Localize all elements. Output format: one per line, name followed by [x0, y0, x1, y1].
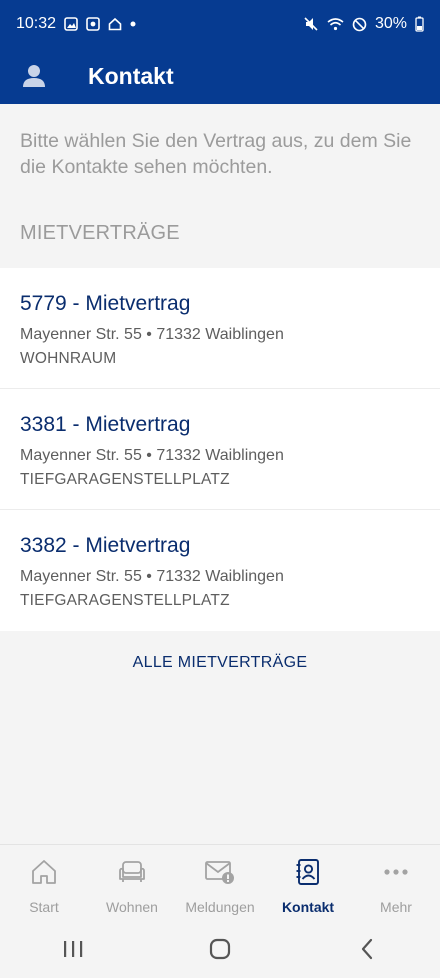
page-title: Kontakt — [88, 62, 174, 89]
app-notification-icon — [86, 17, 100, 31]
status-bar-left: 10:32 — [16, 15, 136, 33]
mail-alert-icon — [204, 857, 236, 887]
contract-list: 5779 - Mietvertrag Mayenner Str. 55 • 71… — [0, 268, 440, 631]
contract-address: Mayenner Str. 55 • 71332 Waiblingen — [20, 447, 284, 464]
contract-item[interactable]: 3381 - Mietvertrag Mayenner Str. 55 • 71… — [0, 389, 440, 510]
home-circle-icon — [209, 938, 231, 965]
more-dots-icon — [383, 857, 409, 887]
contract-title: 3382 - Mietvertrag — [20, 534, 191, 557]
back-button[interactable] — [337, 931, 397, 971]
contract-type: TIEFGARAGENSTELLPLATZ — [20, 471, 230, 488]
status-time: 10:32 — [16, 15, 57, 32]
contract-item[interactable]: 5779 - Mietvertrag Mayenner Str. 55 • 71… — [0, 268, 440, 389]
contract-title: 5779 - Mietvertrag — [20, 292, 191, 315]
contract-title: 3381 - Mietvertrag — [20, 413, 191, 436]
nav-label: Meldungen — [185, 899, 255, 915]
gallery-notification-icon — [64, 17, 78, 31]
nav-item-meldungen[interactable]: Meldungen — [176, 845, 264, 925]
notification-dot-icon — [130, 21, 136, 27]
all-contracts-button[interactable]: ALLE MIETVERTRÄGE — [0, 654, 440, 672]
section-title: MIETVERTRÄGE — [20, 222, 180, 244]
nav-label: Wohnen — [106, 899, 158, 915]
contract-address: Mayenner Str. 55 • 71332 Waiblingen — [20, 568, 284, 585]
nav-label: Kontakt — [281, 899, 335, 915]
home-button[interactable] — [190, 931, 250, 971]
battery-icon — [415, 16, 424, 32]
system-navigation-bar — [0, 924, 440, 978]
recent-apps-button[interactable] — [43, 931, 103, 971]
contract-type: TIEFGARAGENSTELLPLATZ — [20, 592, 230, 609]
status-bar: 10:32 30% — [0, 0, 440, 48]
contract-type: WOHNRAUM — [20, 350, 117, 367]
contract-item[interactable]: 3382 - Mietvertrag Mayenner Str. 55 • 71… — [0, 510, 440, 631]
nav-label: Mehr — [380, 899, 412, 915]
mute-icon — [303, 16, 319, 32]
home-notification-icon — [108, 17, 122, 31]
back-chevron-icon — [360, 938, 374, 965]
contact-book-icon — [294, 857, 322, 887]
app-bar: Kontakt — [0, 48, 440, 104]
sofa-icon — [117, 857, 147, 887]
battery-percent: 30% — [374, 15, 407, 32]
home-icon — [30, 857, 58, 887]
recent-apps-icon — [62, 939, 84, 964]
intro-text: Bitte wählen Sie den Vertrag aus, zu dem… — [20, 130, 412, 178]
nav-item-kontakt[interactable]: Kontakt — [264, 845, 352, 925]
nav-item-start[interactable]: Start — [0, 845, 88, 925]
wifi-icon — [327, 17, 344, 31]
contract-address: Mayenner Str. 55 • 71332 Waiblingen — [20, 326, 284, 343]
bottom-navigation: Start Wohnen Meldungen Kontakt Mehr — [0, 844, 440, 925]
nav-label: Start — [29, 899, 59, 915]
nav-item-mehr[interactable]: Mehr — [352, 845, 440, 925]
status-bar-right: 30% — [303, 15, 424, 33]
user-profile-icon[interactable] — [6, 48, 62, 104]
do-not-disturb-icon — [352, 17, 367, 32]
nav-item-wohnen[interactable]: Wohnen — [88, 845, 176, 925]
